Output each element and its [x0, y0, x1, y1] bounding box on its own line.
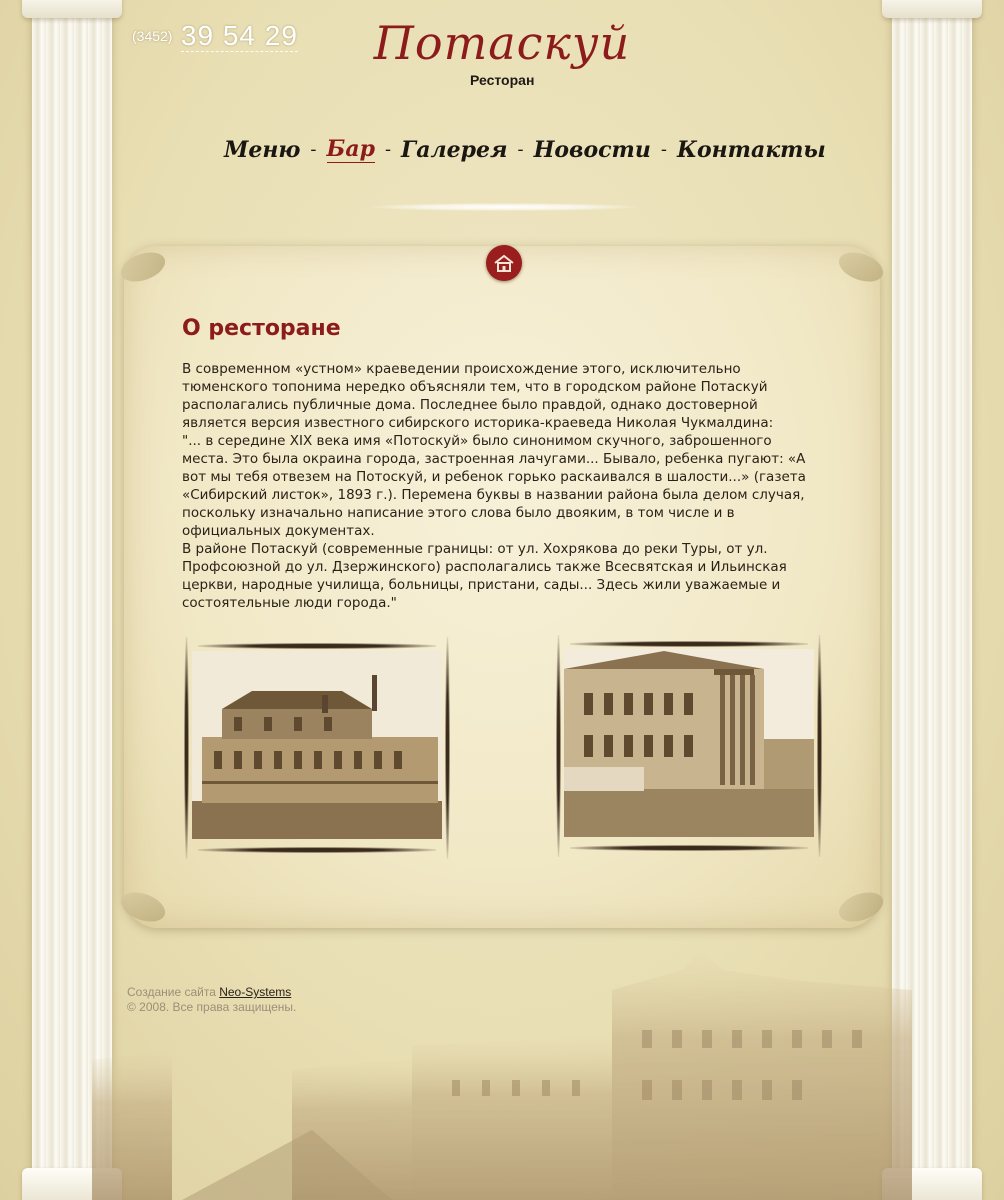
column-capital [882, 0, 982, 18]
frame-edge [184, 637, 189, 859]
footer-credit-prefix: Создание сайта [127, 985, 216, 999]
nav-item-contacts[interactable]: Контакты [677, 137, 826, 163]
phone-number: (3452) 39 54 29 [132, 20, 298, 52]
parchment-curl [116, 246, 170, 288]
parchment-curl [834, 886, 888, 928]
nav-separator: - [384, 139, 392, 160]
article-body: В современном «устном» краеведении проис… [182, 360, 822, 612]
logo-subtitle: Ресторан [470, 72, 535, 88]
historic-photo-frame[interactable] [556, 629, 822, 857]
nav-item-gallery[interactable]: Галерея [401, 137, 507, 163]
frame-edge [570, 845, 808, 851]
parchment-curl [834, 246, 888, 288]
nav-separator: - [310, 139, 317, 160]
nav-separator: - [517, 139, 524, 160]
nav-item-menu[interactable]: Меню [224, 137, 300, 163]
nav-item-bar[interactable]: Бар [326, 136, 375, 163]
frame-edge [198, 847, 436, 853]
page-title: О ресторане [182, 316, 341, 341]
content-parchment: О ресторане В современном «устном» краев… [116, 245, 888, 928]
header-divider-swoosh [368, 203, 640, 211]
frame-edge [445, 637, 450, 859]
developer-link[interactable]: Neo-Systems [219, 985, 291, 999]
historic-mansion-photo [564, 649, 814, 837]
historic-photo-frame[interactable] [184, 631, 450, 859]
frame-edge [570, 641, 808, 647]
home-button[interactable] [486, 245, 522, 281]
logo-script-title: Потаскуй [373, 16, 631, 70]
footer-copyright: © 2008. Все права защищены. [127, 1000, 297, 1014]
phone-code: (3452) [132, 28, 173, 44]
frame-edge [817, 635, 822, 857]
home-icon [494, 254, 514, 272]
article-paragraph: В районе Потаскуй (современные границы: … [182, 541, 787, 611]
article-paragraph: В современном «устном» краеведении проис… [182, 361, 774, 431]
frame-edge [556, 635, 561, 857]
footer-credit: Создание сайта Neo-Systems [127, 985, 296, 1000]
site-logo[interactable]: Потаскуй Ресторан [370, 14, 634, 88]
parchment-curl [116, 886, 170, 928]
frame-edge [198, 643, 436, 649]
main-navigation: Меню - Бар - Галерея - Новости - Контакт… [224, 136, 826, 163]
site-footer: Создание сайта Neo-Systems © 2008. Все п… [127, 985, 296, 1015]
column-capital [22, 0, 122, 18]
phone-digits[interactable]: 39 54 29 [180, 20, 298, 52]
nav-item-news[interactable]: Новости [534, 137, 651, 163]
article-paragraph: "... в середине XIX века имя «Потоскуй» … [182, 433, 806, 539]
nav-separator: - [660, 139, 667, 160]
historic-house-photo [192, 651, 442, 839]
